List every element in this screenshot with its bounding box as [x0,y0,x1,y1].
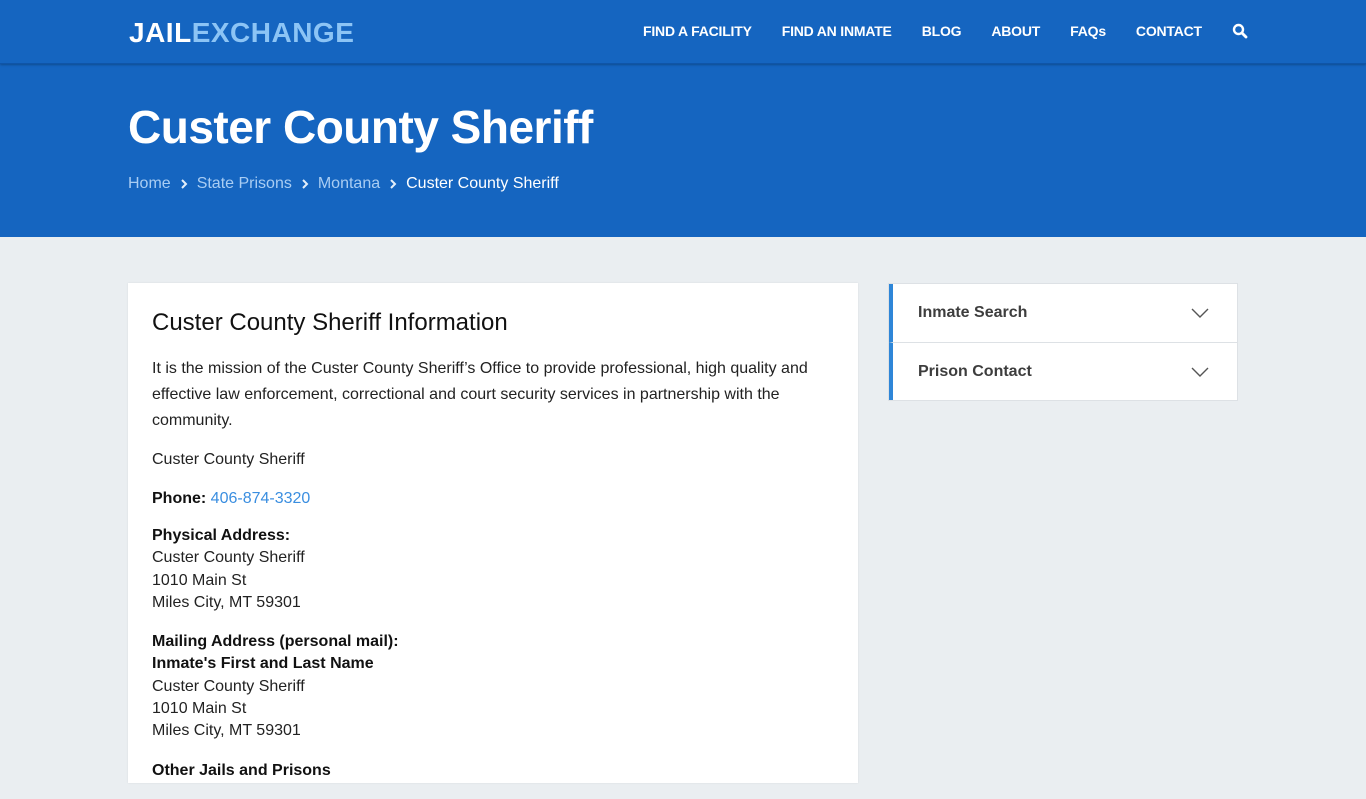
logo-jail: JAIL [129,17,192,48]
physical-address-label: Physical Address: [152,527,291,544]
facility-info-card: Custer County Sheriff Information It is … [128,283,858,783]
search-icon[interactable] [1232,23,1248,39]
page-hero: Custer County Sheriff Home State Prisons… [0,64,1366,237]
breadcrumb-state-prisons[interactable]: State Prisons [197,175,292,193]
mailing-address-line1: Custer County Sheriff [152,677,305,695]
accordion-prison-contact[interactable]: Prison Contact [889,342,1237,400]
chevron-down-icon [1191,367,1209,377]
logo-exchange: EXCHANGE [191,17,355,48]
physical-address-line1: Custer County Sheriff [152,549,305,567]
sidebar-accordion: Inmate Search Prison Contact [888,283,1238,401]
nav-contact[interactable]: CONTACT [1136,23,1202,39]
mailing-address-recipient: Inmate's First and Last Name [152,655,374,673]
phone-label: Phone: [152,490,207,507]
section-heading: Custer County Sheriff Information [152,309,508,336]
phone-row: Phone: 406-874-3320 [152,486,822,512]
mailing-address: Mailing Address (personal mail): Inmate'… [152,631,822,742]
phone-link[interactable]: 406-874-3320 [211,490,311,507]
mailing-address-line3: Miles City, MT 59301 [152,722,301,740]
facility-content: It is the mission of the Custer County S… [152,356,822,799]
nav-blog[interactable]: BLOG [922,23,962,39]
accordion-label: Inmate Search [918,304,1028,321]
accordion-inmate-search[interactable]: Inmate Search [889,284,1237,342]
page-title: Custer County Sheriff [128,101,593,153]
physical-address: Physical Address: Custer County Sheriff … [152,525,822,614]
other-jails-section: Other Jails and Prisons [152,760,822,782]
nav-find-an-inmate[interactable]: FIND AN INMATE [782,23,892,39]
accordion-label: Prison Contact [918,362,1032,380]
breadcrumb: Home State Prisons Montana Custer County… [128,175,559,193]
mailing-address-line2: 1010 Main St [152,700,247,718]
mission-text: It is the mission of the Custer County S… [152,360,808,429]
top-navbar: JAILEXCHANGE FIND A FACILITY FIND AN INM… [0,0,1366,64]
physical-address-line2: 1010 Main St [152,571,247,589]
breadcrumb-home[interactable]: Home [128,175,171,193]
breadcrumb-montana[interactable]: Montana [318,175,380,193]
chevron-right-icon [301,178,309,190]
nav-faqs[interactable]: FAQs [1070,23,1106,39]
chevron-right-icon [389,178,397,190]
breadcrumb-current: Custer County Sheriff [406,175,559,192]
chevron-down-icon [1191,308,1209,318]
main-nav: FIND A FACILITY FIND AN INMATE BLOG ABOU… [643,23,1248,39]
physical-address-line3: Miles City, MT 59301 [152,593,301,611]
nav-find-a-facility[interactable]: FIND A FACILITY [643,23,752,39]
nav-about[interactable]: ABOUT [991,23,1040,39]
chevron-right-icon [180,178,188,190]
facility-name: Custer County Sheriff [152,451,305,468]
mailing-address-label: Mailing Address (personal mail): [152,633,399,651]
other-jails-heading: Other Jails and Prisons [152,761,331,779]
site-logo[interactable]: JAILEXCHANGE [129,17,354,49]
